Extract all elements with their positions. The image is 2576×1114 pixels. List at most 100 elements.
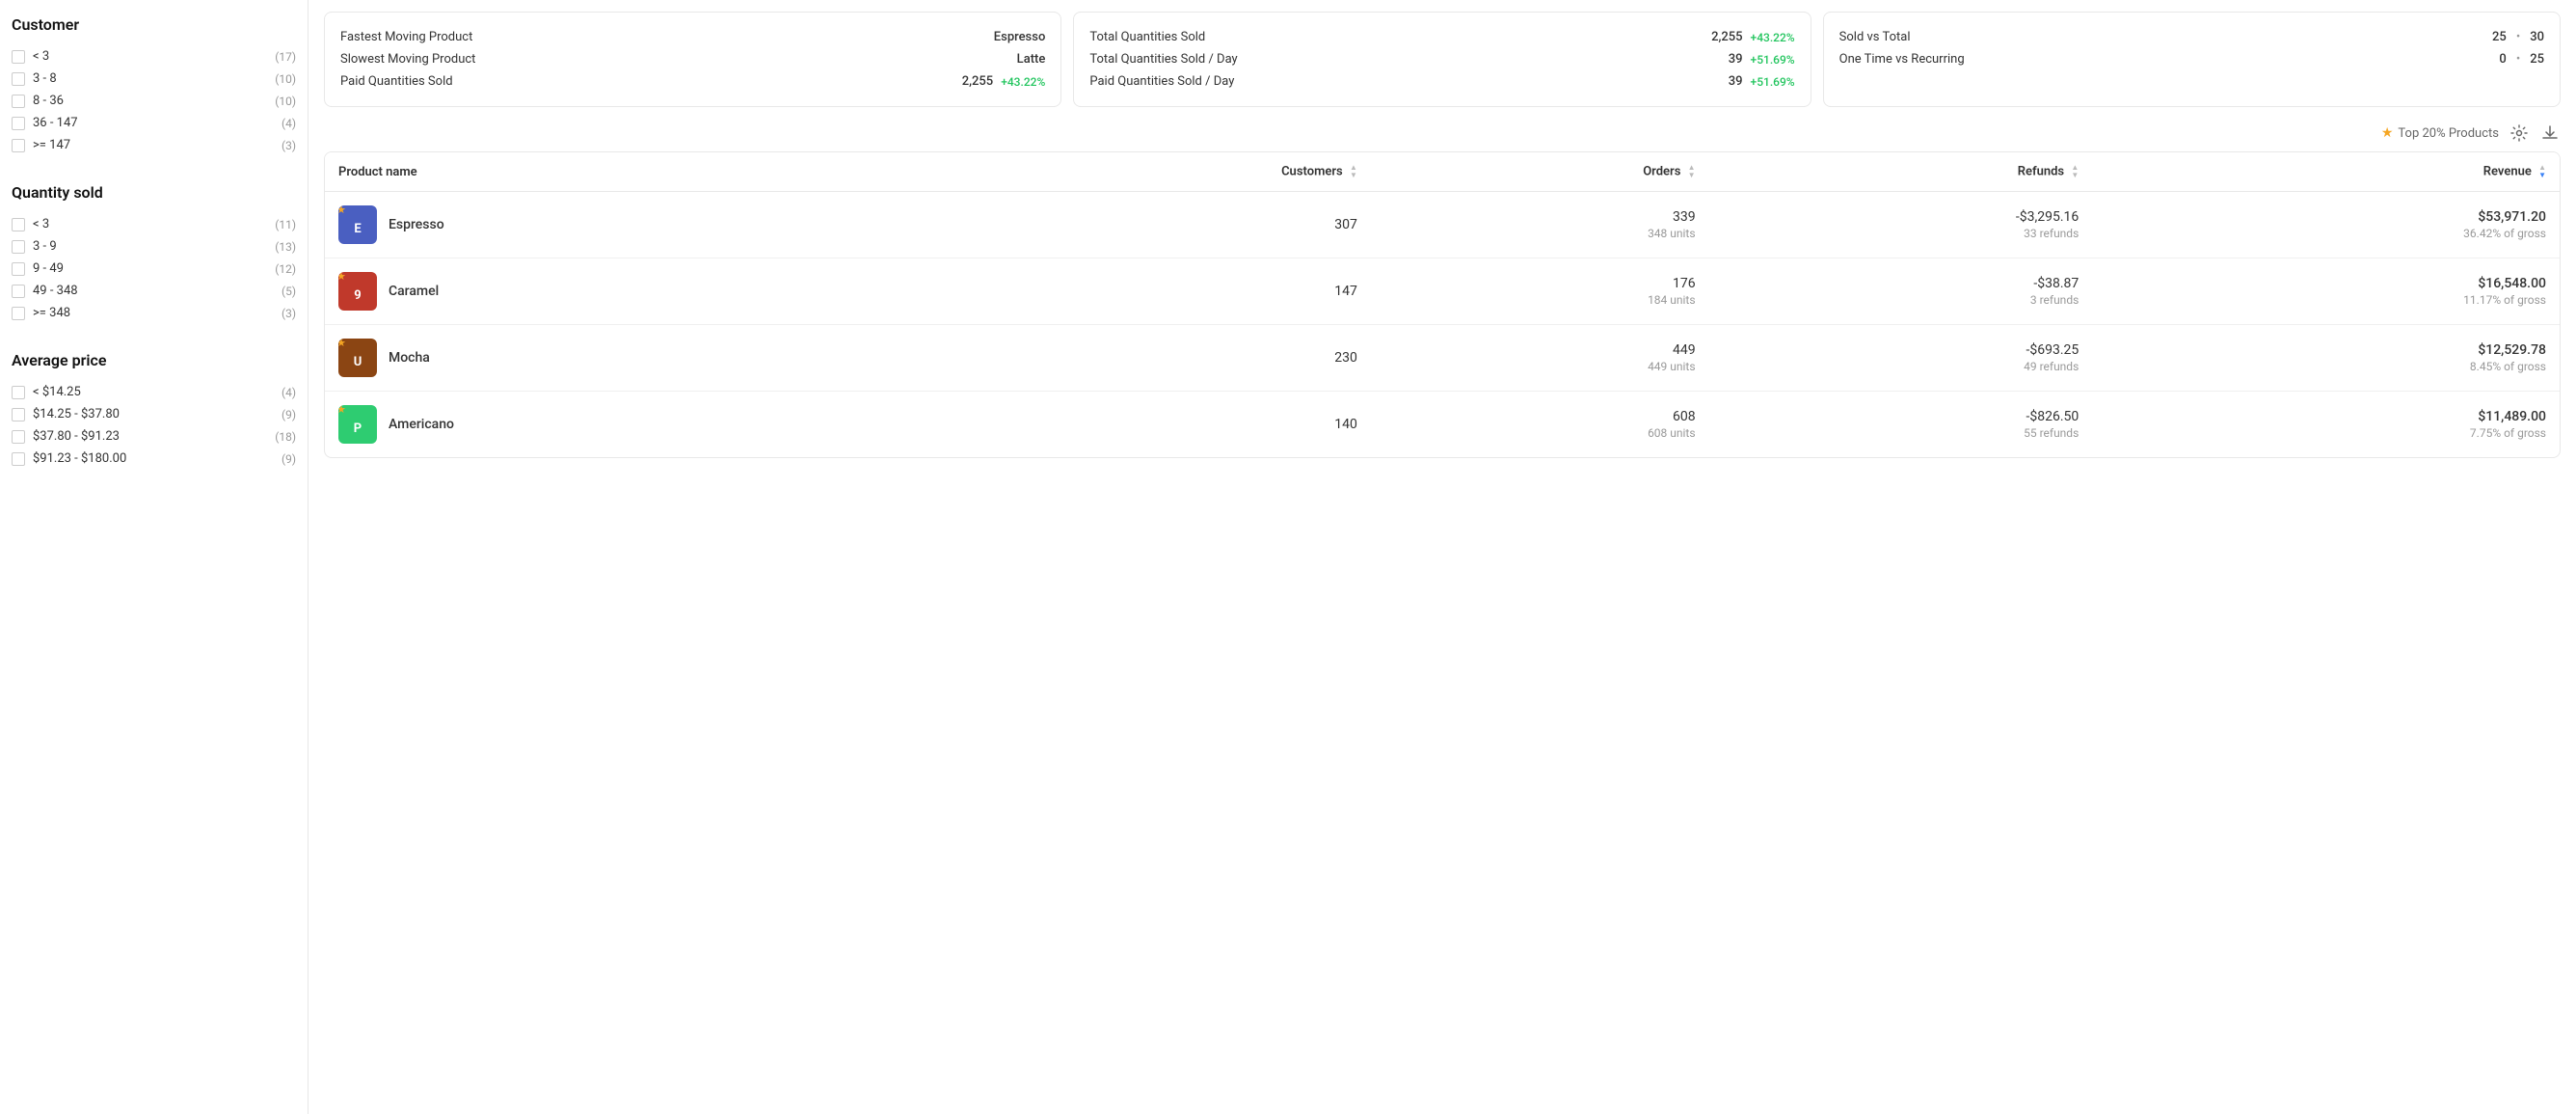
- refunds-value: -$826.50: [1723, 409, 2080, 424]
- filter-item-left: >= 348: [12, 306, 70, 320]
- filter-checkbox[interactable]: [12, 72, 25, 86]
- fastest-value: Espresso: [994, 30, 1046, 44]
- filter-item[interactable]: 8 - 36 (10): [12, 90, 296, 112]
- col-product-name[interactable]: Product name: [325, 152, 932, 192]
- revenue-sort-icon: ▲▼: [2538, 164, 2546, 179]
- filter-item[interactable]: 3 - 8 (10): [12, 68, 296, 90]
- orders-cell: 449 449 units: [1371, 325, 1709, 392]
- filter-label: 3 - 9: [33, 239, 57, 254]
- filter-item[interactable]: $37.80 - $91.23 (18): [12, 425, 296, 448]
- orders-sort-icon: ▲▼: [1688, 164, 1696, 179]
- customer-filter-title: Customer: [12, 15, 296, 34]
- filter-item[interactable]: >= 147 (3): [12, 134, 296, 156]
- product-star-icon: ★: [338, 205, 346, 216]
- revenue-value: $11,489.00: [2106, 409, 2546, 424]
- filter-item[interactable]: 36 - 147 (4): [12, 112, 296, 134]
- total-qty-day-group: 39 +51.69%: [1729, 52, 1795, 67]
- filter-item-left: 49 - 348: [12, 284, 78, 298]
- refunds-sub: 3 refunds: [1723, 293, 2080, 307]
- filter-checkbox[interactable]: [12, 307, 25, 320]
- customers-cell: 147: [932, 258, 1371, 325]
- filter-checkbox[interactable]: [12, 285, 25, 298]
- filter-checkbox[interactable]: [12, 50, 25, 64]
- orders-cell: 608 608 units: [1371, 392, 1709, 458]
- slowest-label: Slowest Moving Product: [340, 52, 475, 67]
- filter-item[interactable]: < $14.25 (4): [12, 381, 296, 403]
- one-time-v1: 0: [2499, 52, 2506, 67]
- filter-item[interactable]: 9 - 49 (12): [12, 258, 296, 280]
- filter-checkbox[interactable]: [12, 430, 25, 444]
- stats-row: Fastest Moving Product Espresso Slowest …: [324, 12, 2561, 107]
- average-price-filter-title: Average price: [12, 351, 296, 369]
- col-customers[interactable]: Customers ▲▼: [932, 152, 1371, 192]
- fastest-label: Fastest Moving Product: [340, 30, 472, 44]
- filter-checkbox[interactable]: [12, 452, 25, 466]
- filter-item-left: 36 - 147: [12, 116, 78, 130]
- product-image: ★ 9: [338, 272, 377, 311]
- filter-label: 8 - 36: [33, 94, 64, 108]
- filter-label: $14.25 - $37.80: [33, 407, 120, 421]
- filter-checkbox[interactable]: [12, 262, 25, 276]
- filter-item-left: < 3: [12, 217, 49, 231]
- paid-qty-day-group: 39 +51.69%: [1729, 74, 1795, 89]
- col-orders[interactable]: Orders ▲▼: [1371, 152, 1709, 192]
- product-star-icon: ★: [338, 339, 346, 349]
- paid-qty-label: Paid Quantities Sold: [340, 74, 453, 89]
- settings-icon[interactable]: [2509, 122, 2530, 144]
- product-name: Caramel: [389, 284, 439, 299]
- top20-badge[interactable]: ★ Top 20% Products: [2381, 125, 2499, 141]
- filter-checkbox[interactable]: [12, 139, 25, 152]
- filter-checkbox[interactable]: [12, 95, 25, 108]
- refunds-sort-icon: ▲▼: [2071, 164, 2079, 179]
- customers-cell: 230: [932, 325, 1371, 392]
- filter-item[interactable]: $14.25 - $37.80 (9): [12, 403, 296, 425]
- filter-item[interactable]: 3 - 9 (13): [12, 235, 296, 258]
- total-qty-change: +43.22%: [1751, 31, 1795, 44]
- refunds-sub: 33 refunds: [1723, 227, 2080, 240]
- total-qty-group: 2,255 +43.22%: [1711, 30, 1795, 44]
- filter-item[interactable]: < 3 (17): [12, 45, 296, 68]
- filter-label: < $14.25: [33, 385, 81, 399]
- filter-count: (10): [275, 72, 296, 86]
- orders-value: 449: [1384, 342, 1696, 358]
- table-row: ★ U Mocha 230 449 449 units -$693.25 49 …: [325, 325, 2560, 392]
- filter-item[interactable]: $91.23 - $180.00 (9): [12, 448, 296, 470]
- filter-checkbox[interactable]: [12, 117, 25, 130]
- filter-checkbox[interactable]: [12, 240, 25, 254]
- filter-item-left: < 3: [12, 49, 49, 64]
- filter-item[interactable]: >= 348 (3): [12, 302, 296, 324]
- filter-item-left: $37.80 - $91.23: [12, 429, 120, 444]
- average-price-filter-section: Average price < $14.25 (4) $14.25 - $37.…: [12, 351, 296, 470]
- refunds-cell: -$3,295.16 33 refunds: [1709, 192, 2093, 258]
- filter-item-left: $14.25 - $37.80: [12, 407, 120, 421]
- refunds-cell: -$693.25 49 refunds: [1709, 325, 2093, 392]
- customers-value: 140: [946, 417, 1357, 432]
- filter-item-left: $91.23 - $180.00: [12, 451, 126, 466]
- filter-item-left: 9 - 49: [12, 261, 64, 276]
- filter-checkbox[interactable]: [12, 386, 25, 399]
- filter-item[interactable]: 49 - 348 (5): [12, 280, 296, 302]
- filter-checkbox[interactable]: [12, 408, 25, 421]
- filter-count: (3): [282, 139, 296, 152]
- stats-card-1: Fastest Moving Product Espresso Slowest …: [324, 12, 1061, 107]
- total-qty-value: 2,255: [1711, 30, 1742, 44]
- download-icon[interactable]: [2539, 122, 2561, 144]
- refunds-value: -$38.87: [1723, 276, 2080, 291]
- product-cell: ★ U Mocha: [325, 325, 932, 392]
- filter-item-left: 8 - 36: [12, 94, 64, 108]
- orders-sub: 608 units: [1384, 426, 1696, 440]
- orders-value: 608: [1384, 409, 1696, 424]
- paid-qty-change: +43.22%: [1001, 75, 1045, 89]
- col-revenue[interactable]: Revenue ▲▼: [2092, 152, 2560, 192]
- revenue-cell: $16,548.00 11.17% of gross: [2092, 258, 2560, 325]
- col-refunds[interactable]: Refunds ▲▼: [1709, 152, 2093, 192]
- filter-item[interactable]: < 3 (11): [12, 213, 296, 235]
- customers-value: 307: [946, 217, 1357, 232]
- filter-checkbox[interactable]: [12, 218, 25, 231]
- revenue-value: $16,548.00: [2106, 276, 2546, 291]
- product-cell: ★ E Espresso: [325, 192, 932, 258]
- sidebar: Customer < 3 (17) 3 - 8 (10) 8 - 36 (1: [0, 0, 309, 1114]
- orders-sub: 184 units: [1384, 293, 1696, 307]
- filter-count: (13): [275, 240, 296, 254]
- top20-label: Top 20% Products: [2398, 126, 2499, 141]
